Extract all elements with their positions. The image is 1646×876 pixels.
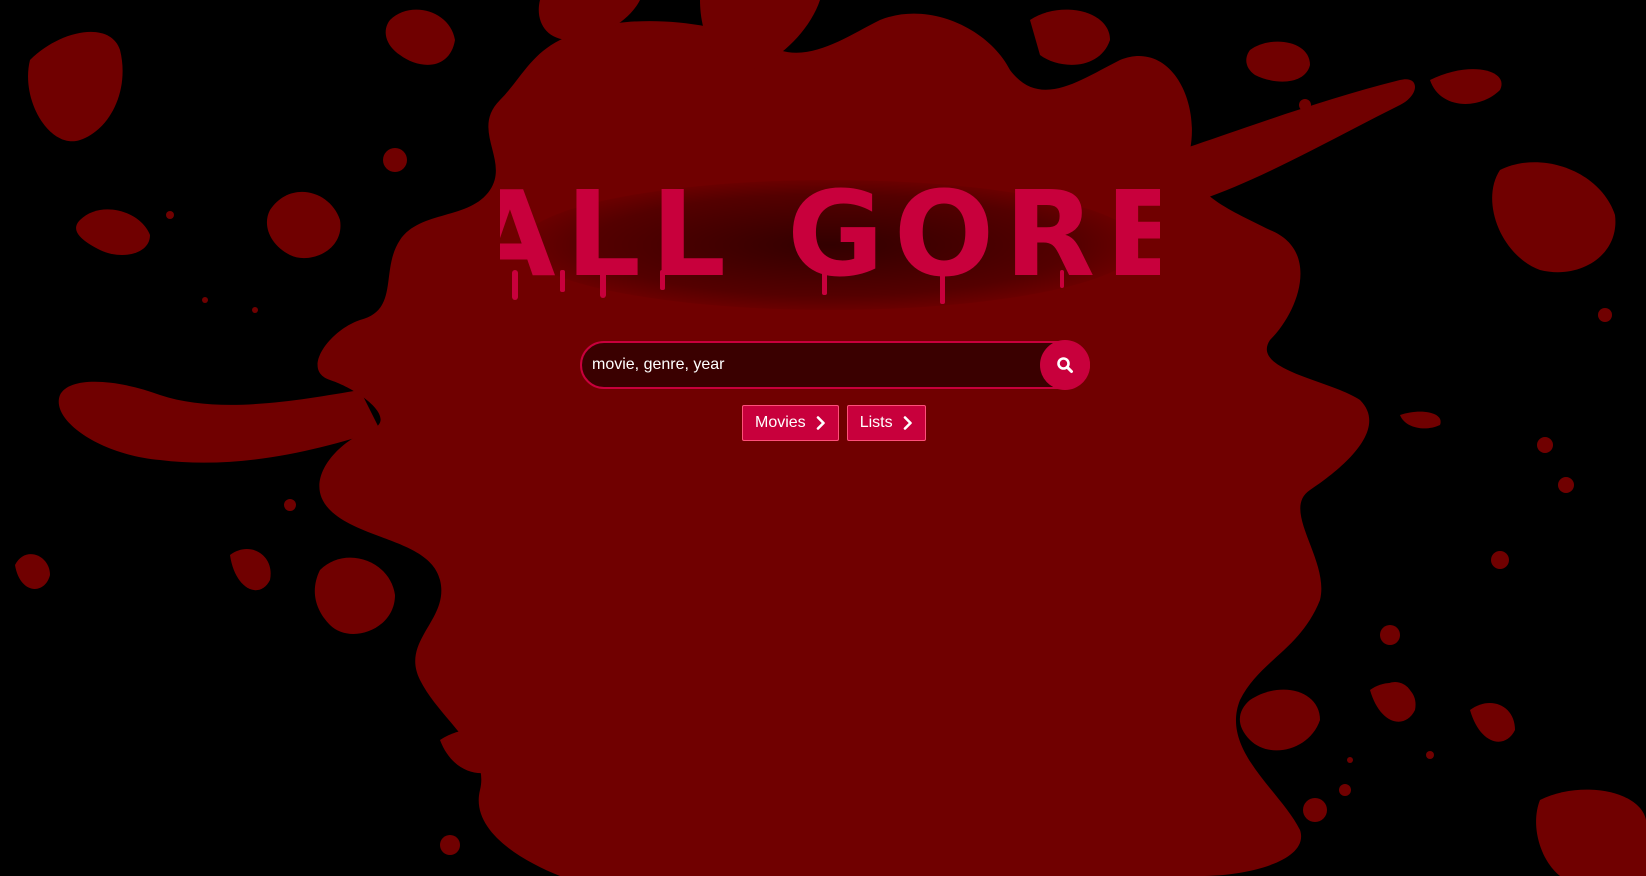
search-icon [1057,357,1073,373]
logo-graphic: ALL GORE [500,170,1160,304]
chevron-right-icon [816,416,826,430]
lists-button-label: Lists [859,414,893,431]
movies-button-label: Movies [755,414,806,431]
page: ALL GORE Movies [0,0,1646,876]
nav-buttons: Movies Lists [742,405,926,441]
lists-button[interactable]: Lists [846,405,926,441]
search-button[interactable] [1040,340,1090,390]
chevron-right-icon [903,416,913,430]
search-input[interactable] [582,343,1040,387]
search-bar [580,340,1090,390]
logo: ALL GORE [500,170,1160,330]
movies-button[interactable]: Movies [742,405,839,441]
